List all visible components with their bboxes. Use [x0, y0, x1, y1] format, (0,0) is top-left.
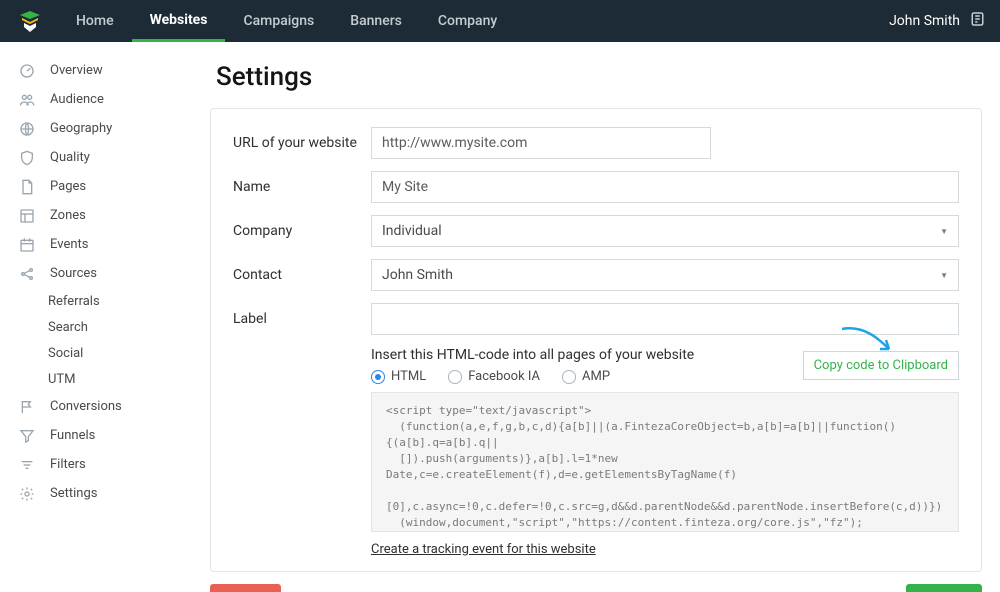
sidebar-item-events[interactable]: Events	[0, 230, 200, 259]
company-label: Company	[233, 223, 371, 239]
sidebar-subitem-referrals[interactable]: Referrals	[0, 288, 200, 314]
radio-amp[interactable]: AMP	[562, 369, 610, 384]
sidebar-label: Conversions	[50, 399, 122, 414]
radio-dot-icon	[562, 370, 576, 384]
delete-button[interactable]: Delete	[210, 584, 281, 592]
radio-html[interactable]: HTML	[371, 369, 426, 384]
sidebar-label: Funnels	[50, 428, 95, 443]
calendar-icon	[18, 236, 36, 254]
sidebar-subitem-utm[interactable]: UTM	[0, 366, 200, 392]
sidebar-label: Events	[50, 237, 88, 252]
sidebar-item-filters[interactable]: Filters	[0, 450, 200, 479]
contact-label: Contact	[233, 267, 371, 283]
brand-logo-icon	[18, 9, 42, 33]
label-label: Label	[233, 311, 371, 327]
radio-facebook-ia[interactable]: Facebook IA	[448, 369, 540, 384]
nav-banners[interactable]: Banners	[332, 0, 420, 42]
code-instruction: Insert this HTML-code into all pages of …	[371, 347, 694, 363]
contact-select[interactable]: John Smith	[371, 259, 959, 291]
sidebar-item-sources[interactable]: Sources	[0, 259, 200, 288]
filter-icon	[18, 456, 36, 474]
sidebar-subitem-search[interactable]: Search	[0, 314, 200, 340]
company-value: Individual	[382, 223, 442, 239]
sidebar-item-geography[interactable]: Geography	[0, 114, 200, 143]
radio-label: Facebook IA	[468, 369, 540, 384]
top-nav: Home Websites Campaigns Banners Company …	[0, 0, 1000, 42]
user-menu[interactable]: John Smith	[889, 10, 988, 32]
funnel-icon	[18, 427, 36, 445]
nav-company[interactable]: Company	[420, 0, 515, 42]
sidebar-item-pages[interactable]: Pages	[0, 172, 200, 201]
sidebar-label: Quality	[50, 150, 90, 165]
create-tracking-event-link[interactable]: Create a tracking event for this website	[371, 542, 596, 557]
sidebar: Overview Audience Geography Quality Page…	[0, 42, 200, 592]
page-title: Settings	[216, 62, 982, 92]
sidebar-item-settings[interactable]: Settings	[0, 479, 200, 508]
sidebar-label: Zones	[50, 208, 86, 223]
user-icon	[970, 10, 988, 32]
sidebar-label: Overview	[50, 63, 103, 78]
radio-label: AMP	[582, 369, 610, 384]
gear-icon	[18, 485, 36, 503]
user-name: John Smith	[889, 13, 960, 29]
people-icon	[18, 91, 36, 109]
share-icon	[18, 265, 36, 283]
sidebar-item-funnels[interactable]: Funnels	[0, 421, 200, 450]
sidebar-item-conversions[interactable]: Conversions	[0, 392, 200, 421]
url-input[interactable]	[371, 127, 711, 159]
name-label: Name	[233, 179, 371, 195]
code-format-radios: HTML Facebook IA AMP	[371, 369, 694, 384]
action-row: Delete Update	[210, 582, 982, 592]
sidebar-item-overview[interactable]: Overview	[0, 56, 200, 85]
globe-icon	[18, 120, 36, 138]
layout-icon	[18, 207, 36, 225]
sidebar-item-zones[interactable]: Zones	[0, 201, 200, 230]
gauge-icon	[18, 62, 36, 80]
url-label: URL of your website	[233, 135, 371, 151]
company-select[interactable]: Individual	[371, 215, 959, 247]
update-button[interactable]: Update	[906, 584, 982, 592]
sidebar-label: Settings	[50, 486, 97, 501]
sidebar-item-quality[interactable]: Quality	[0, 143, 200, 172]
nav-home[interactable]: Home	[58, 0, 132, 42]
name-input[interactable]	[371, 171, 959, 203]
sidebar-label: Audience	[50, 92, 104, 107]
sidebar-label: Geography	[50, 121, 112, 136]
radio-label: HTML	[391, 369, 426, 384]
label-input[interactable]	[371, 303, 959, 335]
sidebar-label: Sources	[50, 266, 97, 281]
shield-icon	[18, 149, 36, 167]
sidebar-label: Filters	[50, 457, 86, 472]
settings-card: URL of your website Name Company Individ…	[210, 108, 982, 572]
annotation-arrow-icon	[200, 50, 210, 90]
copy-code-button[interactable]: Copy code to Clipboard	[803, 351, 959, 380]
flag-icon	[18, 398, 36, 416]
code-snippet-box[interactable]: <script type="text/javascript"> (functio…	[371, 392, 959, 532]
contact-value: John Smith	[382, 267, 453, 283]
nav-websites[interactable]: Websites	[132, 0, 226, 42]
radio-dot-icon	[371, 370, 385, 384]
sidebar-item-audience[interactable]: Audience	[0, 85, 200, 114]
sidebar-subitem-social[interactable]: Social	[0, 340, 200, 366]
sidebar-label: Pages	[50, 179, 86, 194]
radio-dot-icon	[448, 370, 462, 384]
nav-campaigns[interactable]: Campaigns	[225, 0, 332, 42]
page-icon	[18, 178, 36, 196]
main-content: Settings URL of your website Name Compan…	[200, 42, 1000, 592]
